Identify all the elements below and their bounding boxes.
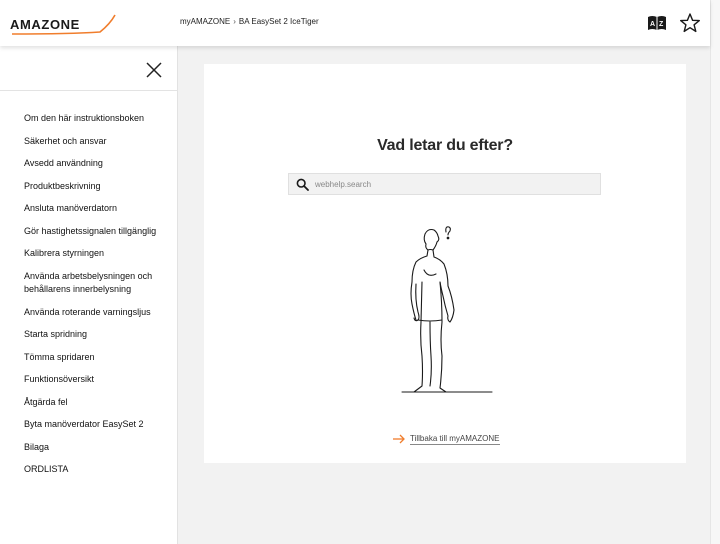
toc-item[interactable]: Avsedd användning xyxy=(24,157,174,171)
toc-item[interactable]: Ansluta manöverdatorn xyxy=(24,202,174,216)
search-icon[interactable] xyxy=(296,178,309,191)
toc-item[interactable]: ORDLISTA xyxy=(24,463,174,477)
top-header: AMAZONE myAMAZONE › BA EasySet 2 IceTiger … xyxy=(0,0,710,46)
toc-item[interactable]: Säkerhet och ansvar xyxy=(24,135,174,149)
toc-item[interactable]: Bilaga xyxy=(24,441,174,455)
svg-text:A: A xyxy=(650,21,655,28)
breadcrumb-home[interactable]: myAMAZONE xyxy=(180,17,230,26)
search-card: Vad letar du efter? Tillbaka ti xyxy=(204,64,686,463)
logo-swoosh-icon xyxy=(11,14,116,35)
star-icon[interactable] xyxy=(679,12,701,34)
page-scrollbar[interactable] xyxy=(710,0,720,544)
toc-item[interactable]: Funktionsöversikt xyxy=(24,373,174,387)
svg-text:Z: Z xyxy=(659,21,664,28)
search-box[interactable] xyxy=(288,173,601,195)
toc-item[interactable]: Åtgärda fel xyxy=(24,396,174,410)
toc-item[interactable]: Kalibrera styrningen xyxy=(24,247,174,261)
breadcrumb-current[interactable]: BA EasySet 2 IceTiger xyxy=(239,17,319,26)
breadcrumb: myAMAZONE › BA EasySet 2 IceTiger xyxy=(180,17,319,26)
page-title: Vad letar du efter? xyxy=(377,137,513,154)
thinking-person-illustration xyxy=(400,222,496,394)
toc-item[interactable]: Använda arbetsbelysningen och behållaren… xyxy=(24,270,174,297)
sidebar: Om den här instruktionsboken Säkerhet oc… xyxy=(0,46,178,544)
sidebar-divider xyxy=(0,90,178,91)
toc-item[interactable]: Gör hastighetssignalen tillgänglig xyxy=(24,225,174,239)
toc-item[interactable]: Produktbeskrivning xyxy=(24,180,174,194)
amazone-logo[interactable]: AMAZONE xyxy=(10,12,118,38)
back-link-label: Tillbaka till myAMAZONE xyxy=(410,433,500,445)
search-input[interactable] xyxy=(315,176,595,192)
toc-item[interactable]: Tömma spridaren xyxy=(24,351,174,365)
back-to-myamazone-link[interactable]: Tillbaka till myAMAZONE xyxy=(392,432,500,446)
dictionary-icon[interactable]: A Z xyxy=(646,12,668,34)
toc-item[interactable]: Använda roterande varningsljus xyxy=(24,306,174,320)
toc-item[interactable]: Byta manöverdator EasySet 2 xyxy=(24,418,174,432)
toc-item[interactable]: Om den här instruktionsboken xyxy=(24,112,174,126)
close-icon[interactable] xyxy=(143,59,165,81)
toc-item[interactable]: Starta spridning xyxy=(24,328,174,342)
arrow-right-icon xyxy=(393,434,405,444)
breadcrumb-separator: › xyxy=(233,17,236,26)
table-of-contents: Om den här instruktionsboken Säkerhet oc… xyxy=(24,112,174,486)
